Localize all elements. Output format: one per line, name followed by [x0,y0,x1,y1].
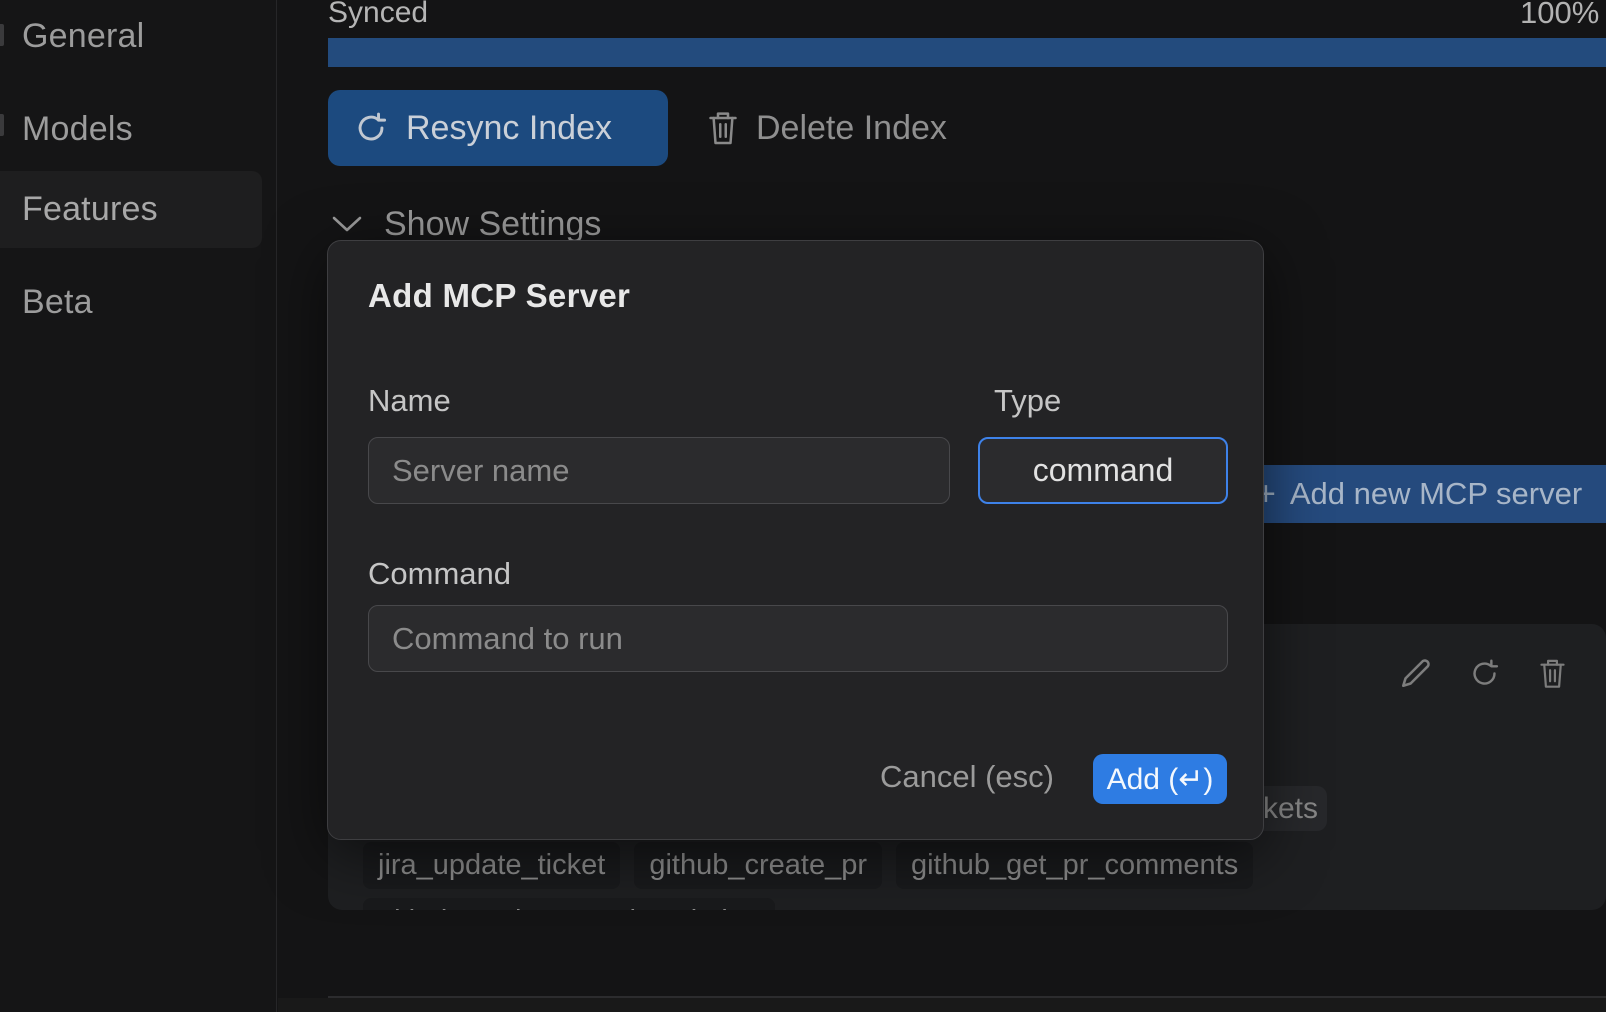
trash-icon [708,109,738,147]
resync-index-label: Resync Index [406,109,612,148]
name-field-label: Name [368,383,451,419]
add-button[interactable]: Add (↵) [1093,754,1227,804]
sidebar-item-general[interactable]: General [0,8,262,64]
sidebar-item-models[interactable]: Models [0,101,262,157]
show-settings-label: Show Settings [384,205,601,244]
tool-tag: github_create_pr [634,842,882,889]
command-input[interactable] [368,605,1228,672]
sidebar-item-label: Features [22,190,158,229]
index-progress-percent: 100% [1520,0,1606,31]
delete-index-label: Delete Index [756,109,947,148]
tool-tag: github_get_pr_comments [896,842,1253,889]
resync-index-button[interactable]: Resync Index [328,90,668,166]
refresh-icon [1469,658,1500,689]
modal-title: Add MCP Server [368,277,630,315]
progress-bar-fill [328,38,1606,67]
index-status-label: Synced [328,0,428,30]
type-select[interactable]: command [978,437,1228,504]
sidebar-item-label: Models [22,110,133,149]
tool-tag: jira_update_ticket [363,842,620,889]
sidebar-item-label: General [22,17,144,56]
refresh-icon [354,111,388,145]
index-progress-bar [328,38,1606,67]
type-field-label: Type [994,383,1061,419]
delete-server-button[interactable] [1534,654,1570,692]
tool-tag: github_update_pr_description [363,898,775,910]
tool-tag-list: jira_update_ticketgithub_create_prgithub… [363,842,1273,910]
server-name-input[interactable] [368,437,950,504]
trash-icon [1539,657,1566,690]
refresh-server-button[interactable] [1466,654,1502,692]
chevron-down-icon [332,215,362,233]
sidebar-item-features[interactable]: Features [0,171,262,248]
pencil-icon [1399,656,1433,690]
add-new-mcp-server-label: Add new MCP server [1290,476,1582,512]
add-new-mcp-server-button[interactable]: + Add new MCP server [1240,465,1606,523]
delete-index-button[interactable]: Delete Index [708,102,947,154]
cancel-button[interactable]: Cancel (esc) [880,759,1054,795]
sidebar-item-label: Beta [22,283,93,322]
settings-sidebar: General Models Features Beta [0,0,277,1012]
sidebar-item-beta[interactable]: Beta [0,274,262,330]
command-field-label: Command [368,556,511,592]
add-mcp-server-modal: Add MCP Server Name Type command Command… [327,240,1264,840]
section-divider-strip [278,998,1606,1012]
section-divider [328,996,1606,998]
edit-server-button[interactable] [1398,654,1434,692]
